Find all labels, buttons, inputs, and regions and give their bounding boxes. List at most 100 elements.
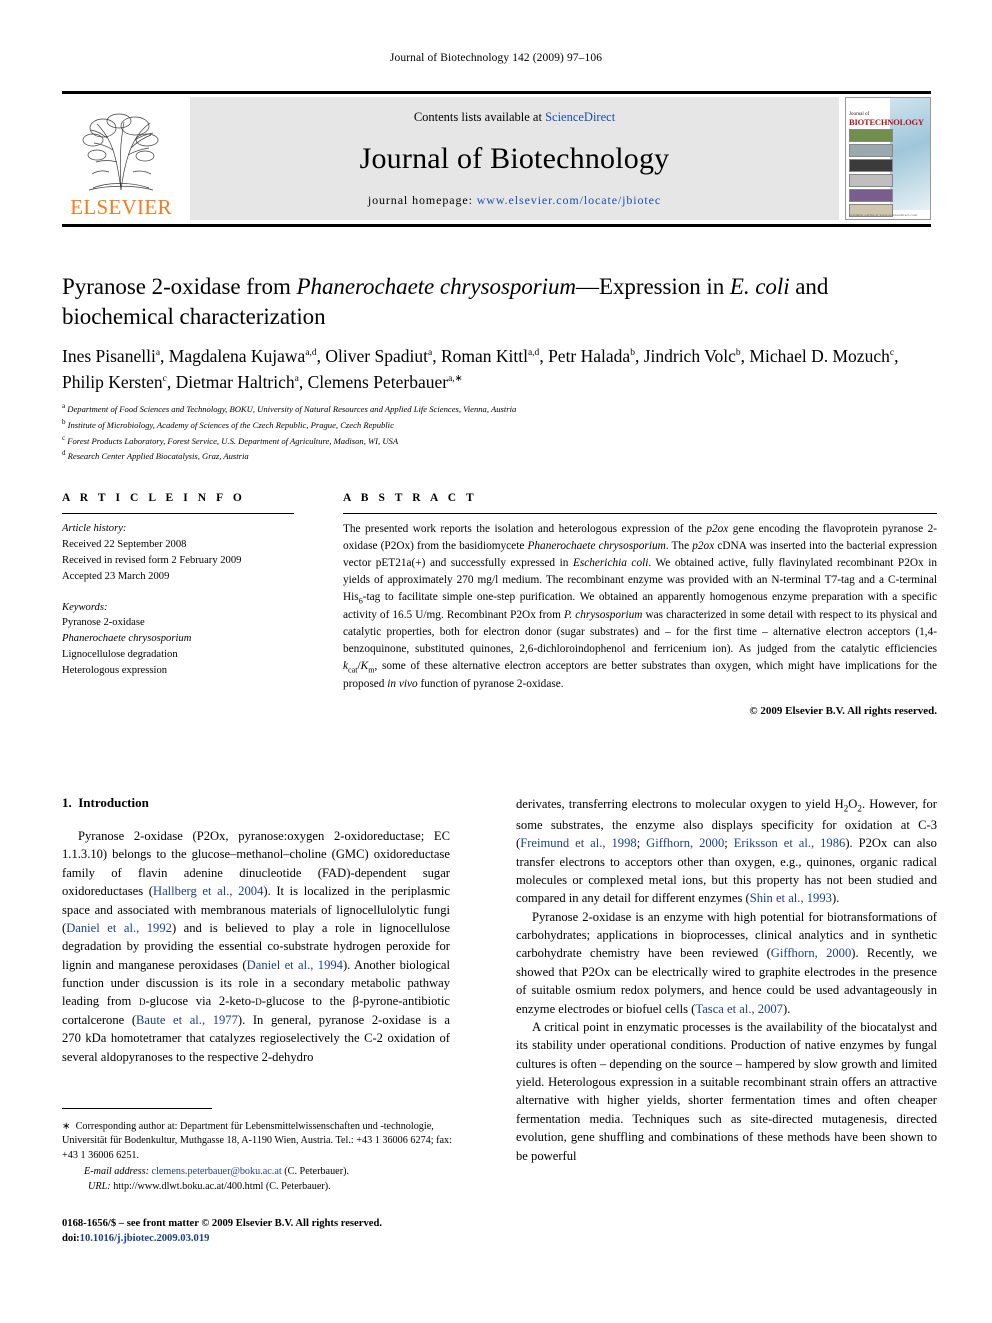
author-affil-mark: a,d (527, 348, 540, 359)
author-affil-mark: c (162, 374, 167, 385)
abstract-copyright: © 2009 Elsevier B.V. All rights reserved… (749, 705, 937, 718)
email-link[interactable]: clemens.peterbauer@boku.ac.at (152, 1166, 282, 1177)
homepage-url[interactable]: www.elsevier.com/locate/jbiotec (477, 193, 661, 207)
history-item: Accepted 23 March 2009 (62, 570, 170, 582)
doi-link[interactable]: 10.1016/j.jbiotec.2009.03.019 (80, 1233, 210, 1244)
citation-link[interactable]: Daniel et al., 1994 (247, 958, 343, 972)
citation-link[interactable]: Baute et al., 1977 (136, 1013, 238, 1027)
citation-link[interactable]: Eriksson et al., 1986 (734, 836, 846, 850)
keywords-label: Keywords: (62, 601, 108, 613)
sciencedirect-link[interactable]: ScienceDirect (545, 110, 615, 124)
affiliation-item: d Research Center Applied Biocatalysis, … (62, 449, 249, 462)
email-attribution: (C. Peterbauer). (284, 1166, 350, 1178)
affiliation-mark: b (62, 417, 66, 426)
title-part-1: Pyranose 2-oxidase from (62, 274, 297, 299)
cover-footer-label: available online at www.sciencedirect.co… (849, 212, 918, 217)
cover-image-grid (849, 128, 893, 219)
cover-tile (849, 188, 893, 202)
citation-link[interactable]: Daniel et al., 1992 (66, 921, 172, 935)
abstract-heading: A B S T R A C T (343, 492, 478, 504)
footnote-divider (62, 1108, 212, 1109)
author-affil-mark: a,∗ (448, 374, 463, 385)
email-line: E-mail address: clemens.peterbauer@boku.… (62, 1165, 454, 1179)
elsevier-wordmark: ELSEVIER (70, 194, 172, 219)
citation-link[interactable]: Hallberg et al., 2004 (153, 884, 263, 898)
author-name: Magdalena Kujawaa,d (168, 346, 317, 366)
cover-tile (849, 173, 893, 187)
citation-link[interactable]: Giffhorn, 2000 (646, 836, 724, 850)
author-affil-mark: a (155, 348, 161, 359)
article-info-section: A R T I C L E I N F O Article history: R… (62, 492, 294, 679)
cover-tile (849, 143, 893, 157)
author-name: Michael D. Mozuchc (749, 346, 895, 366)
author-name: Roman Kittla,d (440, 346, 540, 366)
homepage-label: journal homepage: (367, 192, 477, 207)
article-info-heading: A R T I C L E I N F O (62, 492, 246, 504)
author-affil-mark: b (735, 348, 741, 359)
body-column-left: Pyranose 2-oxidase (P2Ox, pyranose:oxyge… (62, 827, 450, 1066)
corresponding-author-note: ∗ Corresponding author at: Department fü… (62, 1120, 454, 1163)
author-affil-mark: a,d (305, 348, 317, 359)
keyword-item: Pyranose 2-oxidase (62, 617, 145, 629)
keyword-item: Heterologous expression (62, 665, 168, 677)
citation-link[interactable]: Giffhorn, 2000 (771, 946, 851, 960)
paragraph: Pyranose 2-oxidase is an enzyme with hig… (516, 909, 938, 1016)
url-label: URL: (88, 1180, 111, 1192)
corresponding-author-text: Corresponding author at: Department für … (62, 1121, 452, 1161)
paper-page: Journal of Biotechnology 142 (2009) 97–1… (0, 0, 992, 1323)
author-name: Petr Haladab (548, 346, 635, 366)
imprint-block: 0168-1656/$ – see front matter © 2009 El… (62, 1216, 482, 1247)
citation-link[interactable]: Shin et al., 1993 (750, 891, 832, 905)
cover-tile (849, 158, 893, 172)
affiliation-item: c Forest Products Laboratory, Forest Ser… (62, 433, 399, 446)
paragraph: Pyranose 2-oxidase (P2Ox, pyranose:oxyge… (62, 829, 451, 1064)
history-item: Received 22 September 2008 (62, 538, 187, 550)
affiliation-mark: d (62, 449, 66, 458)
url-line: URL: http://www.dlwt.boku.ac.at/400.html… (62, 1180, 454, 1194)
body-column-right: derivates, transferring electrons to mol… (516, 795, 937, 1165)
masthead-rule-bottom (62, 223, 931, 227)
keyword-item: Lignocellulose degradation (62, 649, 178, 661)
masthead-center-panel: Contents lists available at ScienceDirec… (190, 96, 839, 220)
affiliation-item: b Institute of Microbiology, Academy of … (62, 417, 394, 430)
issn-line: 0168-1656/$ – see front matter © 2009 El… (62, 1218, 382, 1229)
section-title: Introduction (78, 795, 149, 810)
author-name: Ines Pisanellia (62, 346, 161, 366)
url-value[interactable]: http://www.dlwt.boku.ac.at/400.html (113, 1181, 263, 1192)
section-heading-introduction: 1. Introduction (62, 795, 149, 811)
author-affil-mark: a (427, 348, 433, 359)
author-name: Oliver Spadiuta (325, 346, 433, 366)
doi-label: doi: (62, 1233, 80, 1245)
keyword-item: Phanerochaete chrysosporium (62, 633, 192, 645)
contents-prefix: Contents lists available at (413, 109, 546, 124)
asterisk-icon: ∗ (62, 1121, 76, 1132)
author-list: Ines Pisanellia, Magdalena Kujawaa,d, Ol… (62, 346, 899, 393)
cover-tile (849, 128, 893, 142)
author-name: Clemens Peterbauera,∗ (307, 372, 463, 393)
title-species-2: E. coli (729, 274, 790, 299)
abstract-divider (343, 513, 937, 514)
article-history: Article history: Received 22 September 2… (62, 521, 294, 585)
author-name: Jindrich Volcb (643, 346, 741, 366)
elsevier-tree-icon (82, 113, 159, 190)
journal-cover-thumbnail: Journal of BIOTECHNOLOGY available onlin… (845, 96, 931, 220)
article-keywords: Keywords: Pyranose 2-oxidase Phanerochaet… (62, 600, 294, 679)
article-history-label: Article history: (62, 523, 127, 534)
url-attribution: (C. Peterbauer). (265, 1180, 331, 1192)
paragraph: A critical point in enzymatic processes … (516, 1019, 937, 1163)
author-affil-mark: b (630, 348, 635, 359)
cover-big-label: BIOTECHNOLOGY (849, 116, 924, 127)
title-part-2: —Expression in (576, 274, 730, 299)
citation-link[interactable]: Freimund et al., 1998 (520, 836, 637, 850)
journal-title: Journal of Biotechnology (359, 141, 670, 175)
affiliation-list: a Department of Food Sciences and Techno… (62, 401, 822, 464)
page-title: Pyranose 2-oxidase from Phanerochaete ch… (62, 272, 937, 333)
journal-homepage-line: journal homepage: www.elsevier.com/locat… (368, 193, 661, 208)
citation-link[interactable]: Tasca et al., 2007 (695, 1002, 783, 1016)
abstract-section: A B S T R A C T The presented work repor… (343, 492, 937, 717)
affiliation-mark: a (62, 402, 66, 410)
affiliation-item: a Department of Food Sciences and Techno… (62, 402, 517, 414)
title-species-1: Phanerochaete chrysosporium (296, 274, 577, 299)
abstract-text: The presented work reports the isolation… (343, 523, 937, 691)
contents-available-line: Contents lists available at ScienceDirec… (414, 110, 615, 125)
